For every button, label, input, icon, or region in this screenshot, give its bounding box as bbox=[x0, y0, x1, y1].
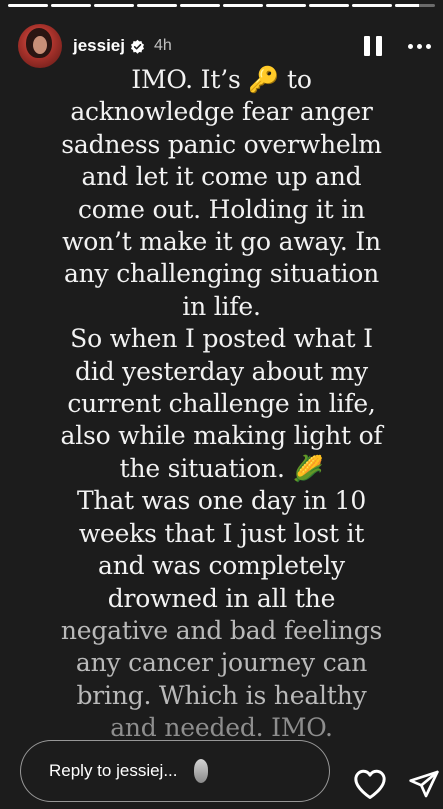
pause-icon[interactable] bbox=[364, 36, 382, 56]
avatar[interactable] bbox=[18, 24, 62, 68]
story-text-line: and let it come up and bbox=[81, 162, 362, 192]
username[interactable]: jessiej bbox=[73, 36, 125, 56]
progress-segment bbox=[8, 4, 48, 7]
send-icon[interactable] bbox=[408, 768, 440, 800]
reply-input[interactable]: Reply to jessiej... bbox=[20, 740, 330, 802]
progress-segment bbox=[223, 4, 263, 7]
progress-segment bbox=[137, 4, 177, 7]
story-text-line: negative and bad feelings bbox=[60, 615, 383, 645]
story-text-line: weeks that I just lost it bbox=[78, 518, 365, 548]
story-viewer: jessiej 4h IMO. It’s 🔑 to acknowledge fea… bbox=[0, 0, 443, 809]
story-text-line: come out. Holding it in bbox=[78, 194, 365, 224]
story-progress-bars bbox=[8, 4, 435, 7]
progress-segment bbox=[266, 4, 306, 7]
story-text-line: drowned in all the bbox=[107, 583, 336, 613]
progress-segment bbox=[395, 4, 435, 7]
story-text-line: any challenging situation bbox=[63, 259, 380, 289]
story-text-line: also while making light of bbox=[60, 421, 383, 451]
story-text-line: current challenge in life, bbox=[67, 389, 376, 419]
more-options-icon[interactable] bbox=[408, 43, 431, 49]
story-text-line: So when I posted what I bbox=[70, 324, 373, 354]
story-text: IMO. It’s 🔑 to acknowledge fear anger sadn… bbox=[30, 64, 413, 745]
story-text-line: sadness panic overwhelm bbox=[61, 129, 382, 159]
header-actions bbox=[364, 36, 431, 56]
story-text-line: That was one day in 10 bbox=[76, 486, 367, 516]
progress-segment bbox=[51, 4, 91, 7]
progress-segment bbox=[352, 4, 392, 7]
egg-icon[interactable] bbox=[193, 759, 208, 783]
story-text-line: any cancer journey can bbox=[75, 648, 368, 678]
progress-segment bbox=[180, 4, 220, 7]
story-text-line: and was completely bbox=[98, 551, 345, 581]
story-text-line: in life. bbox=[182, 291, 261, 321]
progress-segment bbox=[94, 4, 134, 7]
progress-segment bbox=[309, 4, 349, 7]
story-timestamp: 4h bbox=[154, 37, 172, 54]
heart-icon[interactable] bbox=[353, 768, 387, 800]
reply-placeholder: Reply to jessiej... bbox=[49, 761, 178, 780]
story-text-line: the situation. 🌽 bbox=[119, 453, 324, 483]
story-text-line: did yesterday about my bbox=[75, 356, 368, 386]
story-text-line: won’t make it go away. In bbox=[62, 227, 381, 257]
story-text-line: acknowledge fear anger bbox=[70, 97, 373, 127]
story-text-line: bring. Which is healthy bbox=[76, 680, 367, 710]
story-text-line: IMO. It’s 🔑 to bbox=[131, 65, 312, 94]
verified-badge-icon bbox=[130, 39, 145, 54]
story-header: jessiej 4h bbox=[18, 24, 431, 68]
